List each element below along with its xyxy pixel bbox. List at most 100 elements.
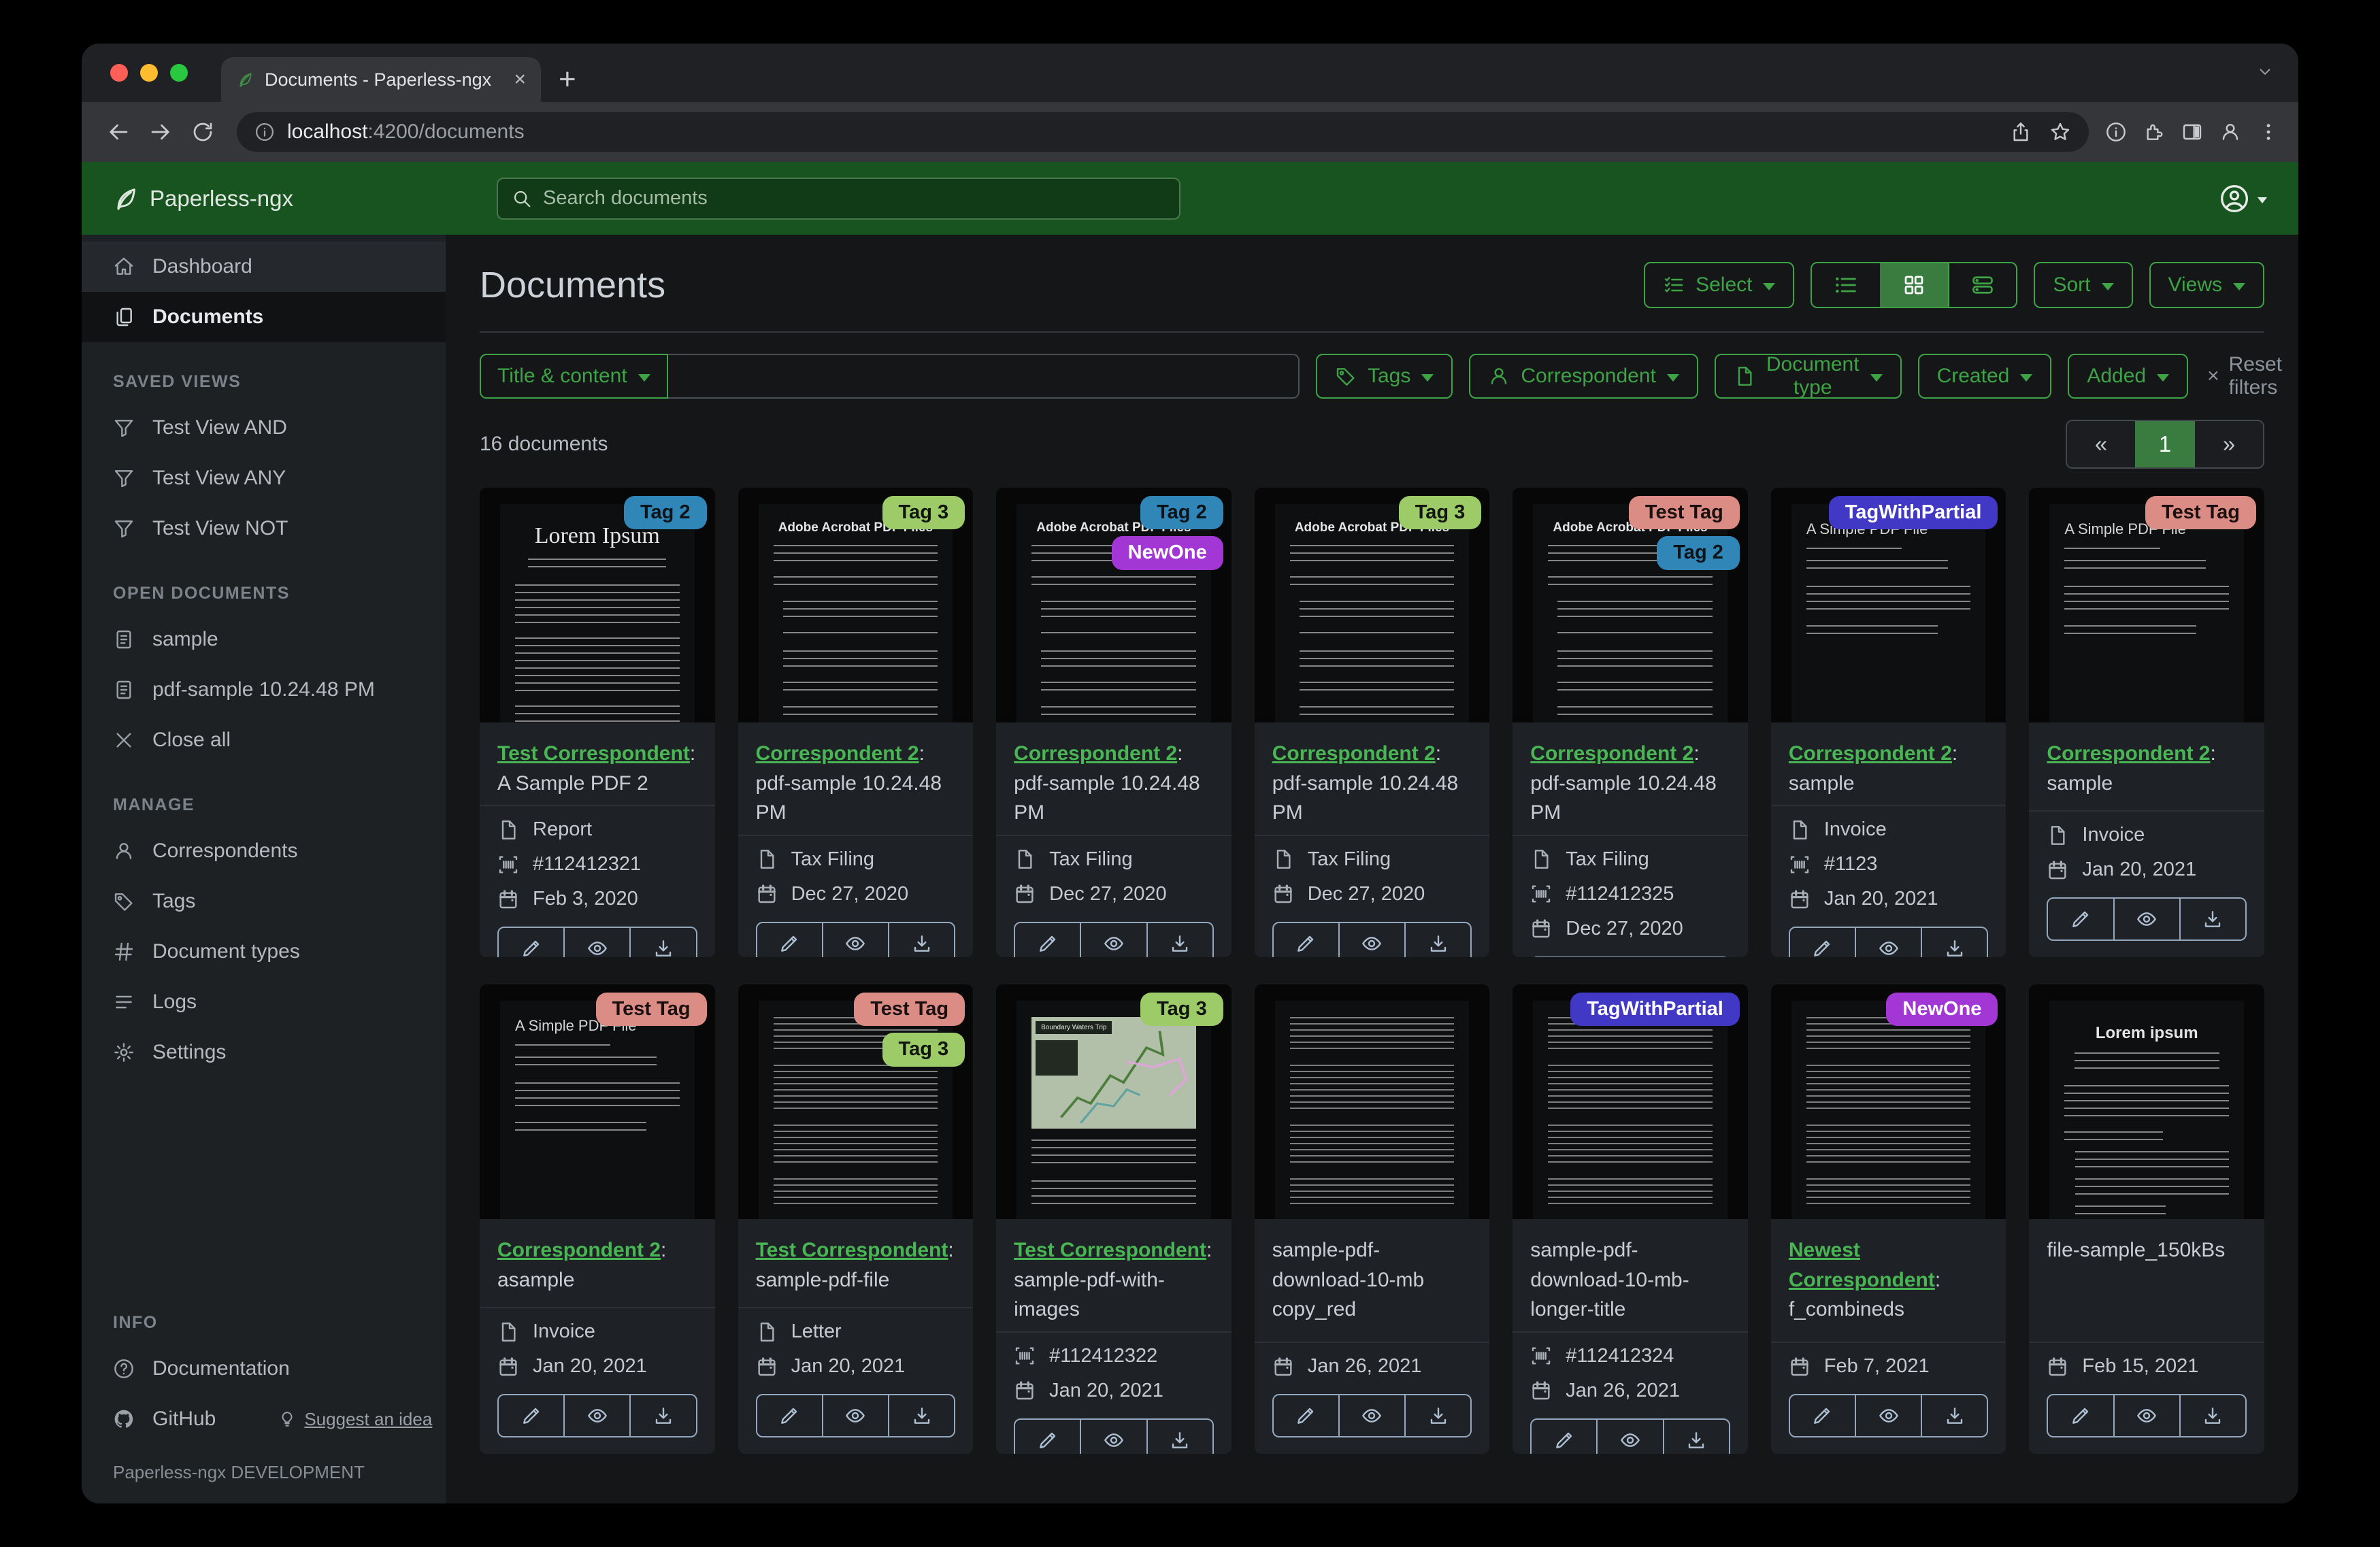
edit-button[interactable] <box>2047 897 2114 941</box>
correspondent-link[interactable]: Correspondent 2 <box>2047 742 2210 765</box>
suggest-an-idea-link[interactable]: Suggest an idea <box>278 1409 432 1430</box>
document-thumbnail[interactable]: Adobe Acrobat PDF Files Tag 3 <box>738 488 974 722</box>
split-view-icon[interactable] <box>2181 121 2203 143</box>
document-thumbnail[interactable]: NewOne <box>1771 984 2006 1219</box>
download-button[interactable] <box>889 922 955 958</box>
tag-chip-newone[interactable]: NewOne <box>1112 536 1223 569</box>
correspondent-link[interactable]: Correspondent 2 <box>1789 742 1952 765</box>
document-thumbnail[interactable]: Lorem ipsum <box>2029 984 2264 1219</box>
edit-button[interactable] <box>2047 1394 2114 1437</box>
sidebar-item-documentation[interactable]: Documentation <box>82 1344 446 1394</box>
edit-button[interactable] <box>1272 922 1340 958</box>
sidebar-item-tags[interactable]: Tags <box>82 876 446 927</box>
download-button[interactable] <box>889 1394 955 1437</box>
sidebar-item-correspondents[interactable]: Correspondents <box>82 826 446 876</box>
download-button[interactable] <box>631 1394 697 1437</box>
tag-chip-test-tag[interactable]: Test Tag <box>1629 496 1740 529</box>
document-thumbnail[interactable]: Adobe Acrobat PDF Files Test TagTag 2 <box>1513 488 1748 722</box>
edit-button[interactable] <box>497 1394 565 1437</box>
maximize-window-button[interactable] <box>170 64 188 82</box>
user-menu[interactable] <box>2219 184 2267 214</box>
tab-search-chevron-icon[interactable] <box>2256 63 2274 80</box>
download-button[interactable] <box>1664 957 1730 958</box>
preview-button[interactable] <box>823 922 889 958</box>
browser-profile-icon[interactable] <box>2219 121 2241 143</box>
select-button[interactable]: Select <box>1644 262 1794 308</box>
correspondent-link[interactable]: Test Correspondent <box>1014 1239 1206 1261</box>
sidebar-item-github[interactable]: GitHub Suggest an idea <box>82 1394 446 1444</box>
document-thumbnail[interactable]: TagWithPartial <box>1513 984 1748 1219</box>
created-filter-button[interactable]: Created <box>1918 354 2052 399</box>
view-list-button[interactable] <box>1812 263 1880 307</box>
edit-button[interactable] <box>1014 922 1081 958</box>
pagination-prev[interactable]: « <box>2067 421 2135 467</box>
minimize-window-button[interactable] <box>140 64 158 82</box>
new-tab-button[interactable]: + <box>559 63 576 97</box>
browser-menu-kebab-icon[interactable] <box>2258 121 2279 143</box>
preview-button[interactable] <box>1856 1394 1922 1437</box>
edit-button[interactable] <box>756 922 823 958</box>
preview-button[interactable] <box>1340 922 1406 958</box>
views-button[interactable]: Views <box>2149 262 2264 308</box>
edit-button[interactable] <box>1272 1394 1340 1437</box>
tag-chip-tag-2[interactable]: Tag 2 <box>624 496 707 529</box>
document-thumbnail[interactable]: Adobe Acrobat PDF Files Tag 2NewOne <box>996 488 1232 722</box>
preview-button[interactable] <box>1856 927 1922 957</box>
tag-chip-test-tag[interactable]: Test Tag <box>854 993 965 1026</box>
download-button[interactable] <box>1406 1394 1472 1437</box>
document-thumbnail[interactable]: Test Tag Tag 3 <box>738 984 974 1219</box>
tag-chip-tagwithpartial[interactable]: TagWithPartial <box>1829 496 1998 529</box>
sidebar-item-dashboard[interactable]: Dashboard <box>82 242 446 292</box>
correspondent-link[interactable]: Correspondent 2 <box>1014 742 1177 765</box>
correspondent-filter-button[interactable]: Correspondent <box>1469 354 1698 399</box>
added-filter-button[interactable]: Added <box>2068 354 2188 399</box>
reload-button[interactable] <box>185 114 220 150</box>
preview-button[interactable] <box>2115 1394 2181 1437</box>
correspondent-link[interactable]: Correspondent 2 <box>756 742 919 765</box>
bookmark-star-icon[interactable] <box>2049 121 2071 143</box>
pagination-page-1[interactable]: 1 <box>2135 421 2195 467</box>
edit-button[interactable] <box>1789 1394 1856 1437</box>
sidebar-item-documents[interactable]: Documents <box>82 292 446 342</box>
tag-chip-tagwithpartial[interactable]: TagWithPartial <box>1570 993 1740 1026</box>
preview-button[interactable] <box>1598 957 1664 958</box>
tag-chip-tag-3[interactable]: Tag 3 <box>882 1033 965 1066</box>
preview-button[interactable] <box>1081 922 1147 958</box>
download-button[interactable] <box>2181 1394 2247 1437</box>
address-bar[interactable]: localhost:4200/documents <box>237 112 2089 152</box>
sidebar-item-test-view-not[interactable]: Test View NOT <box>82 503 446 554</box>
edit-button[interactable] <box>1530 1418 1598 1454</box>
filter-text-input[interactable] <box>668 354 1300 399</box>
download-button[interactable] <box>1148 1418 1214 1454</box>
browser-tab[interactable]: Documents - Paperless-ngx × <box>221 57 541 102</box>
tag-chip-newone[interactable]: NewOne <box>1886 993 1998 1026</box>
preview-button[interactable] <box>1340 1394 1406 1437</box>
preview-button[interactable] <box>1598 1418 1664 1454</box>
forward-button[interactable] <box>143 114 178 150</box>
download-button[interactable] <box>1406 922 1472 958</box>
download-button[interactable] <box>2181 897 2247 941</box>
sidebar-item-test-view-and[interactable]: Test View AND <box>82 403 446 453</box>
sidebar-item-logs[interactable]: Logs <box>82 977 446 1027</box>
preview-button[interactable] <box>823 1394 889 1437</box>
sidebar-item-pdf-sample-10-24-48-pm[interactable]: pdf-sample 10.24.48 PM <box>82 665 446 715</box>
tag-chip-tag-3[interactable]: Tag 3 <box>1140 993 1223 1026</box>
document-thumbnail[interactable] <box>1255 984 1490 1219</box>
sidebar-item-sample[interactable]: sample <box>82 614 446 665</box>
document-thumbnail[interactable]: A Simple PDF File Test Tag <box>480 984 715 1219</box>
search-input[interactable] <box>543 187 1166 210</box>
close-window-button[interactable] <box>110 64 128 82</box>
correspondent-link[interactable]: Test Correspondent <box>756 1239 948 1261</box>
preview-button[interactable] <box>565 1394 631 1437</box>
correspondent-link[interactable]: Correspondent 2 <box>1272 742 1436 765</box>
sidebar-item-test-view-any[interactable]: Test View ANY <box>82 453 446 503</box>
download-button[interactable] <box>1922 1394 1988 1437</box>
page-info-icon[interactable] <box>2105 121 2127 143</box>
title-content-dropdown[interactable]: Title & content <box>480 354 668 399</box>
download-button[interactable] <box>631 927 697 957</box>
edit-button[interactable] <box>1789 927 1856 957</box>
tag-chip-tag-3[interactable]: Tag 3 <box>1399 496 1482 529</box>
edit-button[interactable] <box>497 927 565 957</box>
preview-button[interactable] <box>565 927 631 957</box>
edit-button[interactable] <box>1530 957 1598 958</box>
